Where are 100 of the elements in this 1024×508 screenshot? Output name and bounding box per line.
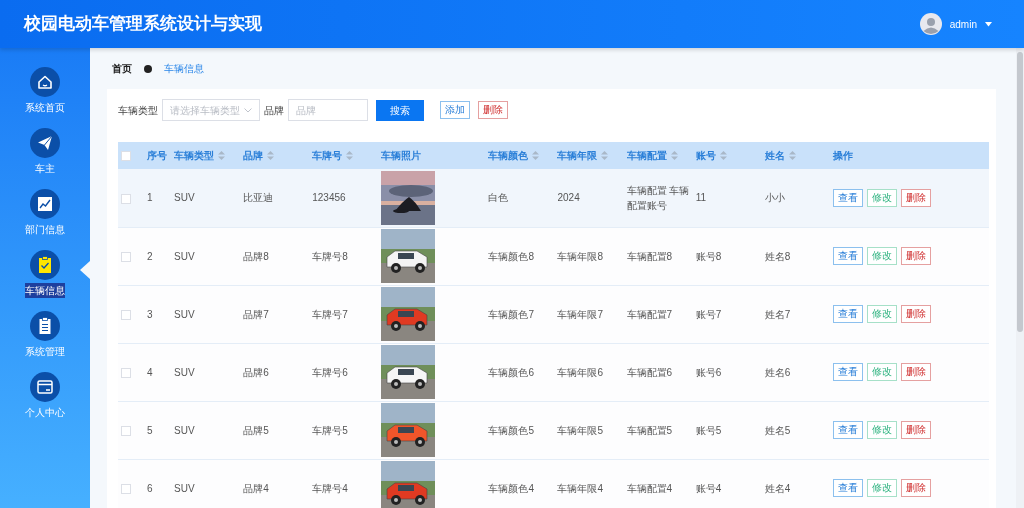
table-cell: 账号5 bbox=[695, 424, 722, 436]
delete-button[interactable]: 删除 bbox=[900, 247, 931, 265]
table-cell: 姓名6 bbox=[764, 366, 791, 378]
table-cell: 品牌8 bbox=[243, 250, 269, 262]
checkbox[interactable] bbox=[121, 483, 131, 494]
checkbox[interactable] bbox=[121, 151, 131, 162]
table-cell: 车辆年限7 bbox=[557, 308, 604, 320]
table-cell: 1 bbox=[147, 192, 153, 204]
view-button[interactable]: 查看 bbox=[832, 188, 863, 207]
table-cell: 车辆颜色7 bbox=[488, 308, 534, 320]
breadcrumb-link[interactable]: 车辆信息 bbox=[164, 61, 204, 76]
column-header: 序号 bbox=[147, 150, 168, 161]
table-cell: 车辆颜色8 bbox=[488, 250, 534, 262]
edit-button[interactable]: 修改 bbox=[866, 421, 897, 439]
table-cell: 123456 bbox=[312, 192, 346, 204]
edit-button[interactable]: 修改 bbox=[866, 479, 897, 497]
table-cell: 车辆配置7 bbox=[626, 308, 673, 320]
field-label: 品牌 bbox=[264, 103, 284, 118]
checkbox[interactable] bbox=[121, 309, 131, 320]
sort-icon[interactable] bbox=[346, 151, 354, 160]
sidebar-link[interactable]: 车主 bbox=[0, 125, 90, 186]
edit-button[interactable]: 修改 bbox=[866, 247, 897, 265]
table-cell: 11 bbox=[695, 192, 706, 204]
table-cell: 账号6 bbox=[695, 366, 722, 378]
table-cell: 车牌号8 bbox=[312, 250, 348, 262]
sidebar-link[interactable]: 车辆信息 bbox=[0, 247, 90, 308]
table-cell: SUV bbox=[174, 192, 195, 204]
table-cell: 车牌号7 bbox=[312, 308, 348, 320]
view-button[interactable]: 查看 bbox=[832, 421, 863, 439]
table-cell: 车辆配置4 bbox=[626, 482, 673, 494]
scrollbar[interactable] bbox=[1016, 48, 1024, 508]
caret-icon[interactable] bbox=[985, 21, 992, 27]
selection-pointer bbox=[80, 261, 90, 279]
sort-icon[interactable] bbox=[670, 151, 678, 160]
table-cell: 6 bbox=[147, 482, 153, 494]
delete-button[interactable]: 删除 bbox=[900, 479, 931, 497]
table-cell: 车牌号5 bbox=[312, 424, 348, 436]
table-cell: 姓名4 bbox=[764, 482, 791, 494]
table-cell: 姓名5 bbox=[764, 424, 791, 436]
table-cell: 车辆配置5 bbox=[626, 424, 673, 436]
sort-icon[interactable] bbox=[218, 151, 226, 160]
user-name[interactable]: admin bbox=[949, 16, 977, 32]
column-header[interactable]: 车牌号 bbox=[312, 150, 343, 161]
table-cell: 车辆年限6 bbox=[557, 366, 604, 378]
clipboard-icon bbox=[30, 311, 60, 341]
column-header[interactable]: 账号 bbox=[695, 150, 716, 161]
table-cell: 品牌7 bbox=[243, 308, 269, 320]
sort-icon[interactable] bbox=[719, 151, 727, 160]
table-cell: 车辆年限5 bbox=[557, 424, 604, 436]
home-icon bbox=[30, 67, 60, 97]
search-button[interactable]: 搜索 bbox=[376, 99, 424, 121]
table-cell: 2 bbox=[147, 250, 153, 262]
column-header[interactable]: 品牌 bbox=[243, 150, 264, 161]
sidebar-link[interactable]: 部门信息 bbox=[0, 186, 90, 247]
table-cell: 3 bbox=[147, 308, 153, 320]
checkbox[interactable] bbox=[121, 251, 131, 262]
edit-button[interactable]: 修改 bbox=[866, 188, 897, 207]
table-cell: 车辆配置 车辆配置账号 bbox=[626, 184, 690, 211]
delete-button[interactable]: 删除 bbox=[900, 305, 931, 323]
view-button[interactable]: 查看 bbox=[832, 247, 863, 265]
column-header[interactable]: 姓名 bbox=[764, 150, 785, 161]
sort-icon[interactable] bbox=[601, 151, 609, 160]
table-cell: SUV bbox=[174, 482, 195, 494]
table-cell: 车辆年限8 bbox=[557, 250, 604, 262]
table-cell: 车辆颜色4 bbox=[488, 482, 534, 494]
chart-icon bbox=[30, 189, 60, 219]
clipboard-check-icon bbox=[30, 250, 60, 280]
checkbox[interactable] bbox=[121, 193, 131, 204]
table-cell: 5 bbox=[147, 424, 153, 436]
table-cell: SUV bbox=[174, 250, 195, 262]
sort-icon[interactable] bbox=[267, 151, 275, 160]
delete-button[interactable]: 删除 bbox=[900, 421, 931, 439]
edit-button[interactable]: 修改 bbox=[866, 305, 897, 323]
view-button[interactable]: 查看 bbox=[832, 479, 863, 497]
delete-button[interactable]: 删除 bbox=[900, 188, 931, 207]
table-cell: SUV bbox=[174, 366, 195, 378]
sort-icon[interactable] bbox=[788, 151, 796, 160]
checkbox[interactable] bbox=[121, 367, 131, 378]
table-cell: 4 bbox=[147, 366, 153, 378]
breadcrumb-item[interactable]: 首页 bbox=[112, 61, 132, 76]
table-cell: 车辆年限4 bbox=[557, 482, 604, 494]
table-cell: 姓名7 bbox=[764, 308, 791, 320]
field-label: 车辆类型 bbox=[118, 103, 158, 118]
avatar[interactable] bbox=[919, 13, 942, 35]
add-button[interactable]: 添加 bbox=[440, 101, 470, 119]
delete-button[interactable]: 删除 bbox=[900, 363, 931, 381]
checkbox[interactable] bbox=[121, 425, 131, 436]
table-cell: 车牌号4 bbox=[312, 482, 348, 494]
table-cell: 车辆配置8 bbox=[626, 250, 673, 262]
view-button[interactable]: 查看 bbox=[832, 305, 863, 323]
delete-button[interactable]: 删除 bbox=[478, 101, 508, 119]
sidebar-link[interactable]: 系统首页 bbox=[0, 64, 90, 125]
table-cell: 姓名8 bbox=[764, 250, 791, 262]
edit-button[interactable]: 修改 bbox=[866, 363, 897, 381]
sidebar-link[interactable]: 个人中心 bbox=[0, 369, 90, 430]
table-cell: SUV bbox=[174, 308, 195, 320]
sidebar-link[interactable]: 系统管理 bbox=[0, 308, 90, 369]
table-cell: 车辆颜色5 bbox=[488, 424, 534, 436]
view-button[interactable]: 查看 bbox=[832, 363, 863, 381]
sort-icon[interactable] bbox=[532, 151, 540, 160]
